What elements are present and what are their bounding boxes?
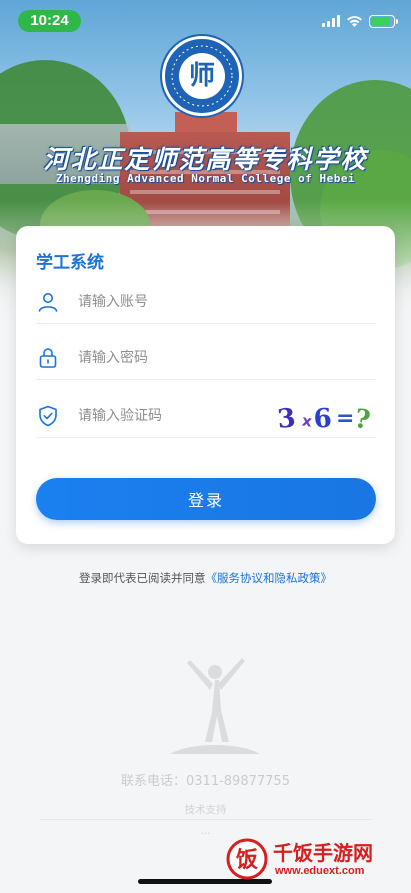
watermark-url: www.eduext.com (275, 865, 365, 877)
captcha-image[interactable]: 3 x 6 = ? (276, 396, 376, 436)
account-input[interactable] (78, 288, 278, 316)
password-input[interactable] (78, 344, 278, 372)
captcha-input[interactable] (78, 402, 278, 430)
svg-text:?: ? (352, 404, 372, 436)
wifi-icon (347, 15, 362, 27)
shield-check-icon (39, 405, 57, 427)
school-name-chinese: 河北正定师范高等专科学校 (43, 145, 368, 174)
password-field (36, 336, 376, 380)
login-card-title: 学工系统 (36, 253, 104, 273)
login-button[interactable]: 登录 (36, 478, 376, 520)
svg-text:x: x (301, 412, 313, 431)
account-field (36, 280, 376, 324)
school-logo: 师 (162, 36, 242, 116)
agreement-text: 登录即代表已阅读并同意《服务协议和隐私政策》 (0, 570, 411, 586)
service-privacy-policy-link[interactable]: 《服务协议和隐私政策》 (206, 571, 333, 585)
watermark-logo-icon: 饭 (226, 838, 268, 880)
school-name-english: Zhengding Advanced Normal College of Heb… (55, 172, 356, 185)
battery-icon (369, 14, 398, 28)
contact-phone: 联系电话：0311-89877755 (121, 774, 290, 789)
cheering-person-illustration (170, 658, 260, 754)
svg-text:饭: 饭 (236, 847, 258, 873)
cellular-signal-icon (322, 15, 340, 27)
logo-emblem: 师 (188, 61, 215, 91)
lock-icon (39, 348, 57, 368)
watermark-title: 千饭手游网 (273, 841, 373, 865)
svg-text:3: 3 (276, 403, 297, 435)
status-time: 10:24 (18, 10, 81, 32)
user-icon (38, 293, 58, 312)
footer-divider (40, 819, 371, 820)
login-screen: 10:24 师 河北正定师范高等专科学校 Zhengding Advanced … (0, 0, 411, 893)
svg-text:6: 6 (313, 403, 333, 434)
login-card: 学工系统 3 x 6 (16, 226, 395, 544)
agreement-prefix: 登录即代表已阅读并同意 (79, 571, 206, 585)
tech-support-label: 技术支持 (184, 804, 227, 816)
captcha-field: 3 x 6 = ? (36, 394, 376, 438)
svg-text:=: = (336, 406, 354, 431)
site-watermark: 饭 千饭手游网 www.eduext.com (225, 835, 405, 885)
